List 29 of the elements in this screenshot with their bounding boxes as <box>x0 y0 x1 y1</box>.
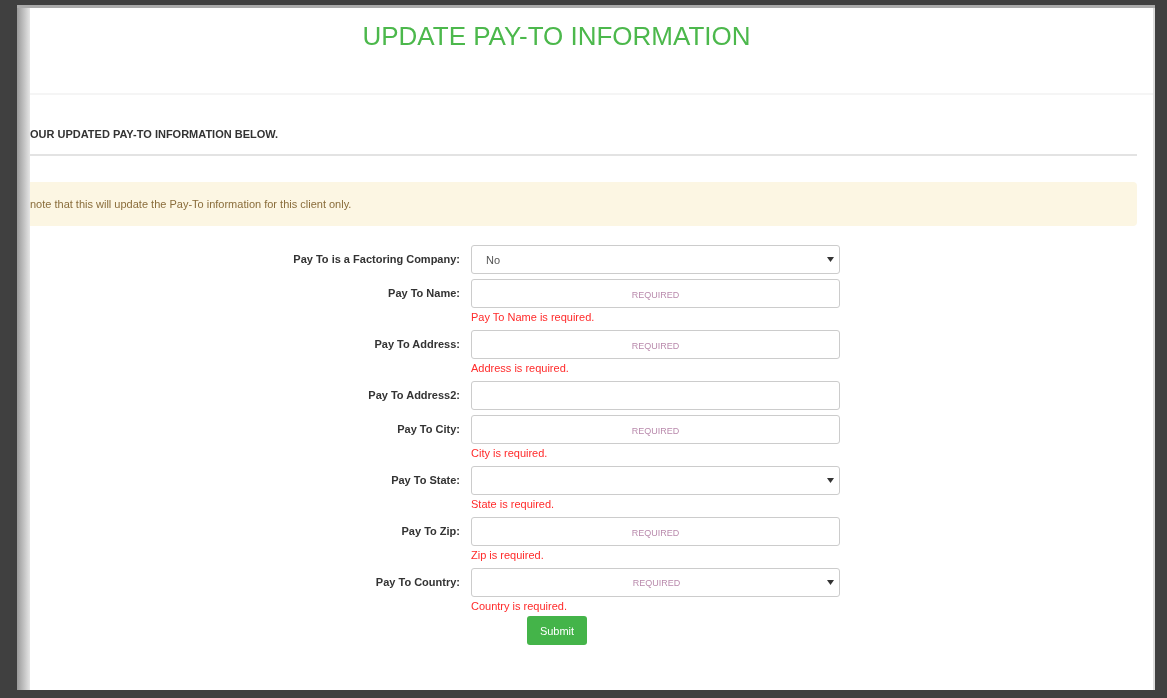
error-message: Address is required. <box>471 361 570 376</box>
section-heading: OUR UPDATED PAY-TO INFORMATION BELOW. <box>30 128 1137 156</box>
field-label: Pay To Country: <box>374 575 460 590</box>
text-field[interactable] <box>471 381 840 410</box>
error-message: Pay To Name is required. <box>471 310 596 325</box>
text-field[interactable]: REQUIRED <box>471 279 840 308</box>
field-label: Pay To Zip: <box>400 524 460 539</box>
text-field[interactable]: REQUIRED <box>471 517 840 546</box>
text-field[interactable]: REQUIRED <box>471 415 840 444</box>
text-field[interactable]: REQUIRED <box>471 330 840 359</box>
field-label: Pay To Address2: <box>367 388 460 403</box>
field-label: Pay To is a Factoring Company: <box>292 252 460 267</box>
error-message: Country is required. <box>471 599 568 614</box>
notice-banner: note that this will update the Pay-To information for this client only. <box>30 182 1137 226</box>
page-title: UPDATE PAY-TO INFORMATION <box>362 21 751 53</box>
select-field[interactable]: No <box>471 245 840 274</box>
error-message: State is required. <box>471 497 556 512</box>
field-label: Pay To City: <box>396 422 460 437</box>
submit-button[interactable]: Submit <box>527 616 587 645</box>
error-message: City is required. <box>471 446 549 461</box>
field-label: Pay To State: <box>390 473 460 488</box>
caret-icon <box>827 478 834 483</box>
caret-icon <box>827 580 834 585</box>
error-message: Zip is required. <box>471 548 545 563</box>
select-field[interactable] <box>471 466 840 495</box>
select-field[interactable]: REQUIRED <box>471 568 840 597</box>
field-label: Pay To Address: <box>373 337 460 352</box>
field-label: Pay To Name: <box>387 286 460 301</box>
caret-icon <box>827 257 834 262</box>
